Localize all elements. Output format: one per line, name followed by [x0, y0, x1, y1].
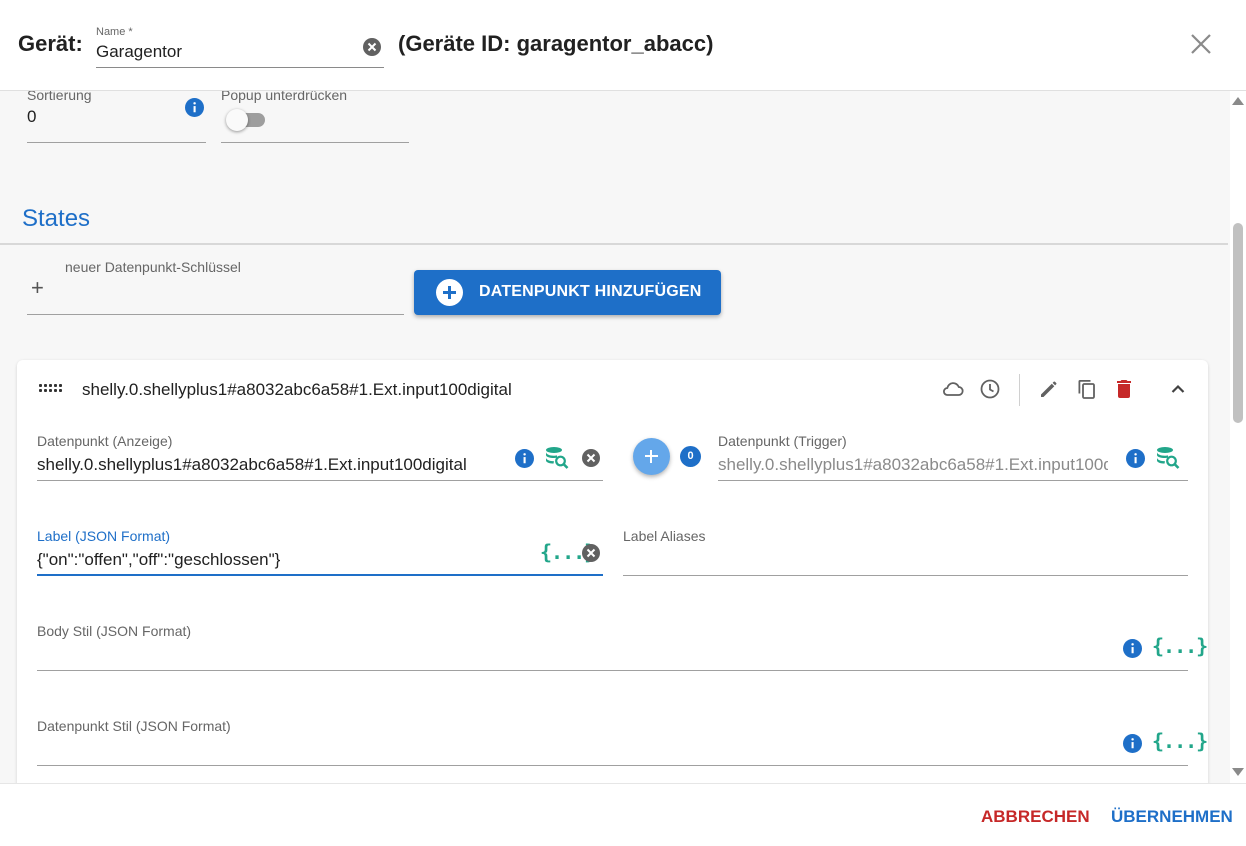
trigger-count-badge: 0: [680, 446, 701, 467]
dp-display-input[interactable]: shelly.0.shellyplus1#a8032abc6a58#1.Ext.…: [37, 455, 507, 475]
popup-toggle[interactable]: [226, 109, 267, 131]
history-icon[interactable]: [978, 377, 1002, 401]
add-trigger-button[interactable]: [633, 438, 670, 475]
scroll-down-icon[interactable]: [1232, 768, 1244, 776]
device-edit-dialog: Gerät: Name * Garagentor (Geräte ID: gar…: [0, 0, 1246, 846]
add-datapoint-label: DATENPUNKT HINZUFÜGEN: [479, 283, 702, 300]
toggle-thumb: [226, 109, 248, 131]
cloud-icon[interactable]: [941, 377, 965, 401]
chevron-up-icon[interactable]: [1166, 377, 1190, 401]
label-json-input[interactable]: {"on":"offen","off":"geschlossen"}: [37, 550, 517, 570]
dialog-footer: ABBRECHEN ÜBERNEHMEN: [0, 783, 1246, 846]
dp-display-field[interactable]: Datenpunkt (Anzeige) shelly.0.shellyplus…: [37, 433, 603, 481]
cancel-button[interactable]: ABBRECHEN: [981, 807, 1090, 827]
dialog-body: Sortierung 0 Popup unterdrücken States +…: [0, 91, 1230, 783]
dp-style-field[interactable]: Datenpunkt Stil (JSON Format) {...}: [37, 718, 1208, 766]
device-id-label: (Geräte ID: garagentor_abacc): [398, 31, 714, 56]
states-divider: [0, 243, 1228, 245]
state-card: shelly.0.shellyplus1#a8032abc6a58#1.Ext.…: [17, 360, 1208, 783]
dp-trigger-underline: [718, 480, 1188, 481]
close-icon[interactable]: [1186, 29, 1216, 59]
popup-label: Popup unterdrücken: [221, 91, 348, 103]
database-search-icon[interactable]: [544, 445, 570, 471]
add-datapoint-button[interactable]: DATENPUNKT HINZUFÜGEN: [414, 270, 721, 315]
popup-field: Popup unterdrücken: [221, 91, 409, 143]
scroll-up-icon[interactable]: [1232, 97, 1244, 105]
info-icon[interactable]: [1126, 449, 1145, 468]
info-icon[interactable]: [1123, 639, 1142, 658]
toolbar-divider: [1019, 374, 1020, 406]
info-icon[interactable]: [515, 449, 534, 468]
states-heading: States: [22, 205, 91, 232]
device-label: Gerät:: [18, 31, 83, 56]
label-json-underline: [37, 574, 603, 576]
label-json-field[interactable]: Label (JSON Format) {"on":"offen","off":…: [37, 528, 603, 576]
name-field-label: Name *: [96, 26, 133, 38]
dp-style-label: Datenpunkt Stil (JSON Format): [37, 718, 231, 734]
add-circle-icon: [436, 279, 463, 306]
dp-trigger-field[interactable]: Datenpunkt (Trigger) shelly.0.shellyplus…: [718, 433, 1188, 481]
sort-label: Sortierung: [27, 91, 92, 103]
json-editor-icon[interactable]: {...}: [1152, 634, 1208, 658]
label-json-label: Label (JSON Format): [37, 528, 171, 544]
vertical-scrollbar[interactable]: [1230, 91, 1246, 783]
json-editor-icon[interactable]: {...}: [1152, 729, 1208, 753]
body-style-underline: [37, 670, 1188, 671]
info-icon[interactable]: [1123, 734, 1142, 753]
new-key-field[interactable]: + neuer Datenpunkt-Schlüssel: [27, 257, 404, 315]
sort-field[interactable]: Sortierung 0: [27, 91, 206, 143]
body-style-field[interactable]: Body Stil (JSON Format) {...}: [37, 623, 1208, 671]
dp-style-underline: [37, 765, 1188, 766]
info-icon[interactable]: [185, 98, 204, 117]
dp-display-underline: [37, 480, 603, 481]
label-aliases-underline: [623, 575, 1188, 576]
database-search-icon[interactable]: [1155, 445, 1181, 471]
clear-icon[interactable]: [581, 543, 601, 563]
apply-button[interactable]: ÜBERNEHMEN: [1111, 807, 1233, 827]
dp-trigger-input[interactable]: shelly.0.shellyplus1#a8032abc6a58#1.Ext.…: [718, 455, 1108, 475]
clear-icon[interactable]: [581, 448, 601, 468]
scrollbar-thumb[interactable]: [1233, 223, 1243, 423]
dialog-header: Gerät: Name * Garagentor (Geräte ID: gar…: [0, 0, 1246, 91]
label-aliases-field[interactable]: Label Aliases: [623, 528, 1188, 576]
delete-icon[interactable]: [1112, 377, 1136, 401]
plus-icon: +: [31, 275, 44, 300]
name-field[interactable]: Name * Garagentor: [96, 24, 384, 68]
drag-handle-icon[interactable]: [39, 384, 63, 394]
edit-icon[interactable]: [1037, 377, 1061, 401]
name-input[interactable]: Garagentor: [96, 42, 182, 62]
label-aliases-label: Label Aliases: [623, 528, 706, 544]
dp-display-label: Datenpunkt (Anzeige): [37, 433, 173, 449]
clear-icon[interactable]: [362, 37, 382, 57]
copy-icon[interactable]: [1075, 377, 1099, 401]
new-key-label: neuer Datenpunkt-Schlüssel: [65, 259, 241, 275]
sort-input[interactable]: 0: [27, 107, 36, 127]
card-title: shelly.0.shellyplus1#a8032abc6a58#1.Ext.…: [82, 380, 512, 399]
dp-trigger-label: Datenpunkt (Trigger): [718, 433, 847, 449]
body-style-label: Body Stil (JSON Format): [37, 623, 192, 639]
